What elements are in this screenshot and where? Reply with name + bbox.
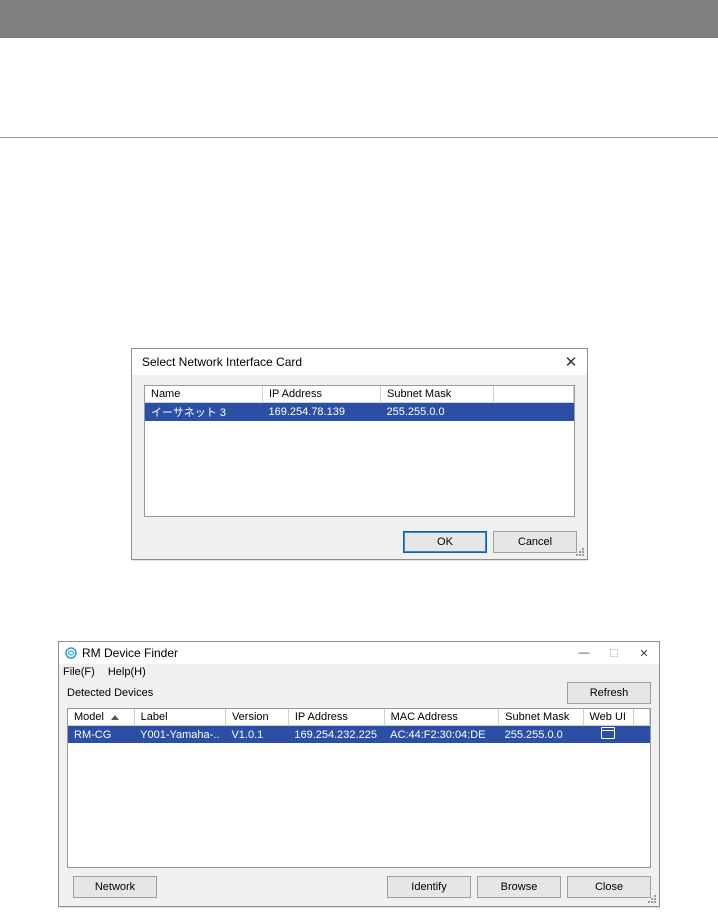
cell-subnet: 255.255.0.0 xyxy=(381,403,494,422)
col-webui[interactable]: Web UI xyxy=(583,709,634,726)
cancel-button-label: Cancel xyxy=(518,536,552,548)
separator-line xyxy=(0,137,718,138)
web-ui-icon xyxy=(601,727,615,739)
refresh-button[interactable]: Refresh xyxy=(567,682,651,704)
cell-ip: 169.254.78.139 xyxy=(263,403,381,422)
col-model[interactable]: Model xyxy=(68,709,134,726)
col-name[interactable]: Name xyxy=(145,386,263,403)
menu-file[interactable]: File(F) xyxy=(63,666,95,678)
detected-devices-label: Detected Devices xyxy=(67,687,561,699)
col-label[interactable]: Label xyxy=(134,709,225,726)
cell-model: RM-CG xyxy=(68,726,134,744)
minimize-icon: — xyxy=(579,647,590,659)
close-button-label: Close xyxy=(595,881,623,893)
dialog-content: Name IP Address Subnet Mask イーサネット 3 169… xyxy=(132,375,587,525)
close-button[interactable]: ✕ xyxy=(629,642,659,664)
col-mac[interactable]: MAC Address xyxy=(384,709,499,726)
browse-button[interactable]: Browse xyxy=(477,876,561,898)
identify-button-label: Identify xyxy=(411,881,446,893)
col-version[interactable]: Version xyxy=(225,709,288,726)
close-button[interactable]: ✕ xyxy=(555,353,587,371)
dialog-button-row: OK Cancel xyxy=(132,525,587,559)
close-button[interactable]: Close xyxy=(567,876,651,898)
dialog-titlebar[interactable]: Select Network Interface Card ✕ xyxy=(132,349,587,375)
resize-grip[interactable] xyxy=(647,894,657,904)
cell-version: V1.0.1 xyxy=(225,726,288,744)
dialog-titlebar[interactable]: RM Device Finder — ☐ ✕ xyxy=(59,642,659,664)
minimize-button[interactable]: — xyxy=(569,642,599,664)
ok-button-label: OK xyxy=(437,536,453,548)
cell-webui[interactable] xyxy=(583,726,634,744)
maximize-icon: ☐ xyxy=(609,647,619,660)
sort-asc-icon xyxy=(111,715,119,720)
maximize-button[interactable]: ☐ xyxy=(599,642,629,664)
browse-button-label: Browse xyxy=(501,881,538,893)
identify-button[interactable]: Identify xyxy=(387,876,471,898)
device-list[interactable]: Model Label Version IP Address MAC Addre… xyxy=(67,708,651,868)
table-row[interactable]: RM-CG Y001-Yamaha-.. V1.0.1 169.254.232.… xyxy=(68,726,650,744)
resize-grip[interactable] xyxy=(575,547,585,557)
nic-list[interactable]: Name IP Address Subnet Mask イーサネット 3 169… xyxy=(144,385,575,517)
cell-mac: AC:44:F2:30:04:DE xyxy=(384,726,499,744)
toolbar-row: Detected Devices Refresh xyxy=(59,682,659,708)
device-table-header: Model Label Version IP Address MAC Addre… xyxy=(68,709,650,726)
select-nic-dialog: Select Network Interface Card ✕ Name IP … xyxy=(131,348,588,560)
col-model-label: Model xyxy=(74,711,104,723)
rm-device-finder-dialog: RM Device Finder — ☐ ✕ File(F) Help(H) D… xyxy=(58,641,660,907)
cell-ip: 169.254.232.225 xyxy=(288,726,384,744)
close-icon: ✕ xyxy=(639,647,648,660)
network-button[interactable]: Network xyxy=(73,876,157,898)
cancel-button[interactable]: Cancel xyxy=(493,531,577,553)
table-row[interactable]: イーサネット 3 169.254.78.139 255.255.0.0 xyxy=(145,403,574,422)
col-ip[interactable]: IP Address xyxy=(263,386,381,403)
col-spacer xyxy=(634,709,650,726)
dialog-button-row: Network Identify Browse Close xyxy=(59,868,659,906)
cell-name: イーサネット 3 xyxy=(145,403,263,422)
col-ip[interactable]: IP Address xyxy=(288,709,384,726)
col-subnet[interactable]: Subnet Mask xyxy=(499,709,583,726)
dialog-title: Select Network Interface Card xyxy=(142,355,555,369)
col-subnet[interactable]: Subnet Mask xyxy=(381,386,494,403)
cell-subnet: 255.255.0.0 xyxy=(499,726,583,744)
cell-spacer xyxy=(494,403,574,422)
ok-button[interactable]: OK xyxy=(403,531,487,553)
menu-help[interactable]: Help(H) xyxy=(108,666,146,678)
nic-table-header: Name IP Address Subnet Mask xyxy=(145,386,574,403)
menubar: File(F) Help(H) xyxy=(59,664,659,682)
col-spacer xyxy=(494,386,574,403)
cell-label: Y001-Yamaha-.. xyxy=(134,726,225,744)
dialog-title: RM Device Finder xyxy=(82,646,569,660)
close-icon: ✕ xyxy=(565,354,578,371)
refresh-button-label: Refresh xyxy=(590,687,629,699)
window-buttons: — ☐ ✕ xyxy=(569,642,659,664)
app-icon xyxy=(65,647,77,659)
network-button-label: Network xyxy=(95,881,135,893)
page-top-bar xyxy=(0,0,718,38)
